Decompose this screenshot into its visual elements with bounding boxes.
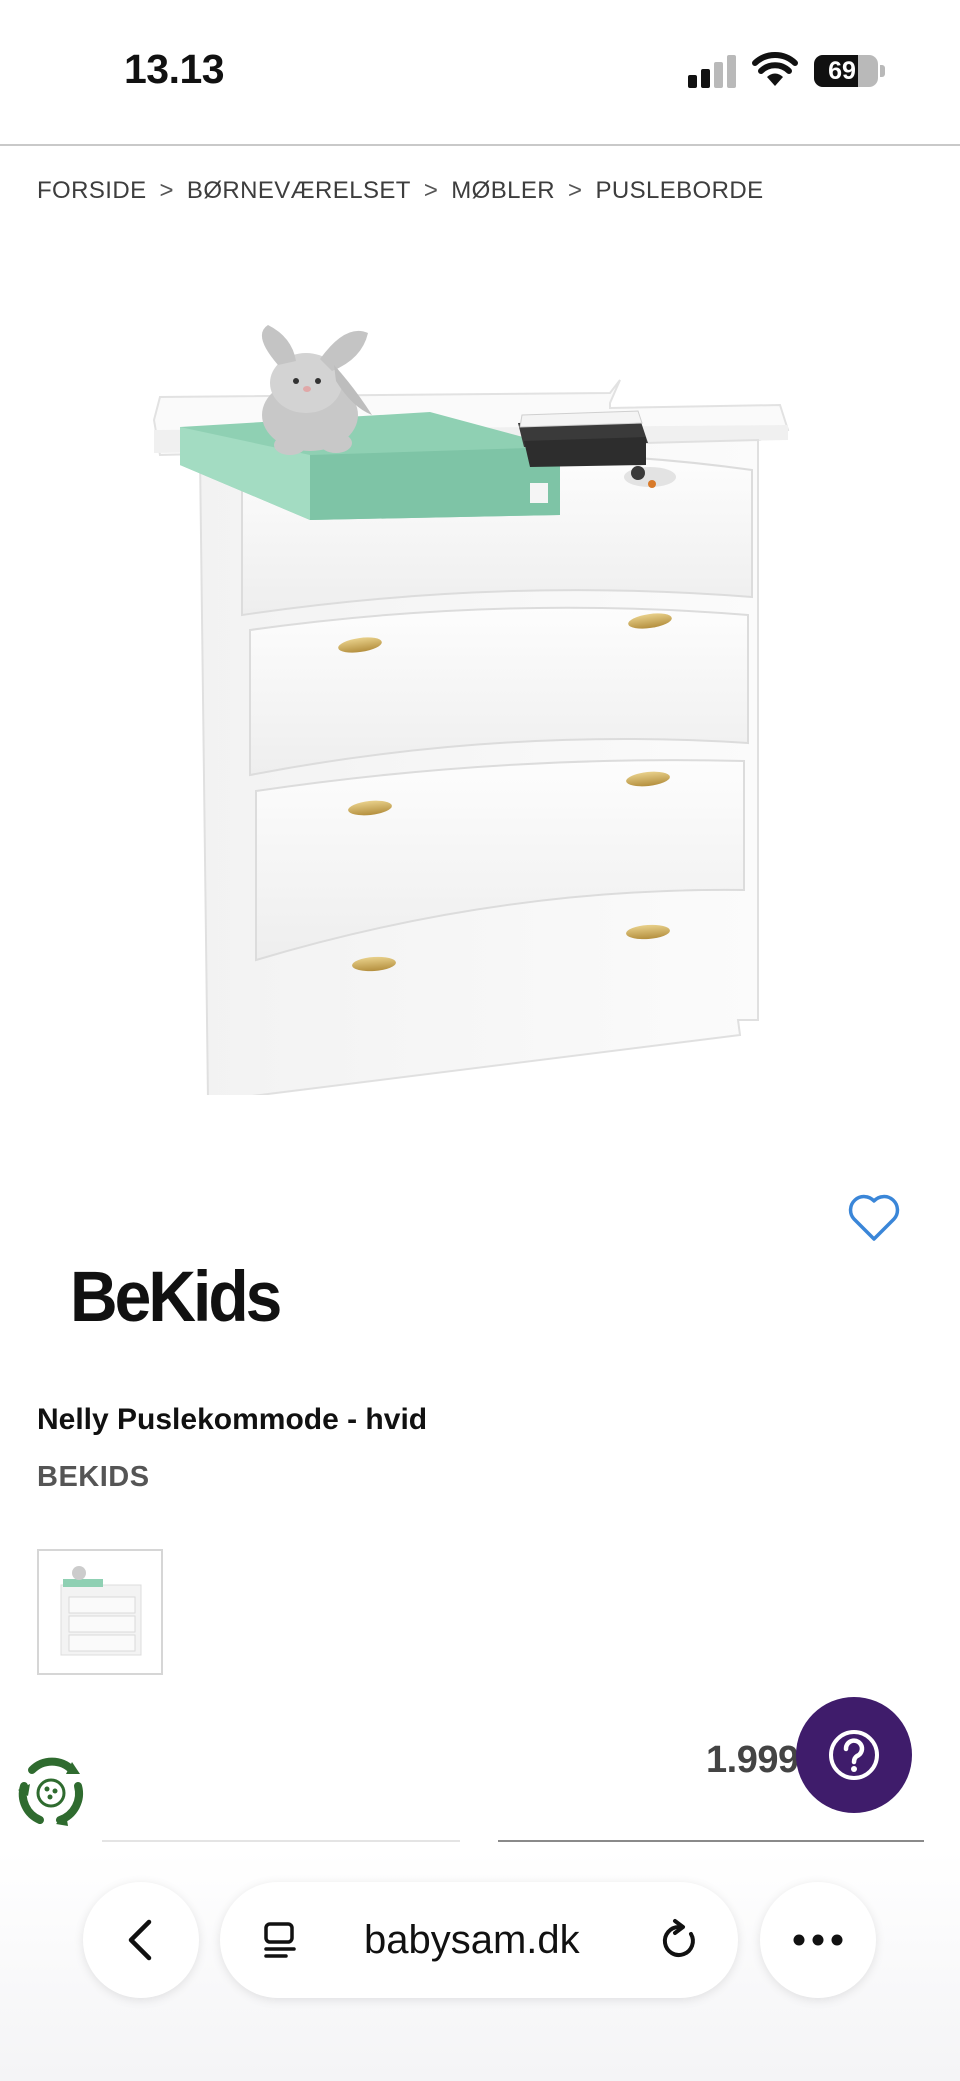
recycle-leaf-icon[interactable] bbox=[16, 1756, 86, 1828]
cellular-signal-icon bbox=[688, 54, 738, 88]
breadcrumb-item-forside[interactable]: FORSIDE bbox=[37, 177, 146, 205]
breadcrumb-separator: > bbox=[159, 177, 174, 204]
breadcrumb-item-mobler[interactable]: MØBLER bbox=[451, 177, 555, 205]
breadcrumb-item-puslebord[interactable]: PUSLEBORDE bbox=[595, 177, 763, 205]
reload-icon[interactable] bbox=[658, 1918, 700, 1962]
product-brand[interactable]: BEKIDS bbox=[37, 1461, 150, 1494]
divider bbox=[498, 1840, 924, 1842]
status-time: 13.13 bbox=[124, 46, 225, 92]
breadcrumb-separator: > bbox=[423, 177, 439, 204]
question-mark-icon bbox=[829, 1730, 879, 1780]
breadcrumb-separator: > bbox=[568, 177, 583, 204]
wifi-icon bbox=[752, 52, 798, 86]
divider bbox=[102, 1840, 460, 1842]
more-dots-icon bbox=[793, 1934, 843, 1946]
battery-level: 69 bbox=[828, 57, 856, 85]
product-image[interactable] bbox=[140, 315, 800, 1095]
url-text: babysam.dk bbox=[364, 1918, 580, 1962]
status-bar: 13.13 69 bbox=[0, 0, 960, 146]
battery-icon: 69 bbox=[814, 55, 878, 87]
heart-outline-icon[interactable] bbox=[846, 1191, 902, 1243]
breadcrumb-item-bornevaerelset[interactable]: BØRNEVÆRELSET bbox=[187, 177, 411, 205]
thumbnail-image bbox=[60, 1566, 142, 1656]
breadcrumb: FORSIDE > BØRNEVÆRELSET > MØBLER > PUSLE… bbox=[37, 177, 764, 205]
reader-mode-icon[interactable] bbox=[260, 1920, 300, 1960]
product-title: Nelly Puslekommode - hvid bbox=[37, 1403, 428, 1436]
back-button[interactable] bbox=[83, 1882, 199, 1998]
help-button[interactable] bbox=[796, 1697, 912, 1813]
battery-cap bbox=[880, 65, 885, 77]
back-chevron-icon bbox=[128, 1919, 152, 1961]
more-button[interactable] bbox=[760, 1882, 876, 1998]
brand-logo[interactable]: BeKids bbox=[70, 1255, 282, 1337]
product-thumbnail[interactable] bbox=[37, 1549, 163, 1675]
address-bar[interactable]: babysam.dk bbox=[220, 1882, 738, 1998]
